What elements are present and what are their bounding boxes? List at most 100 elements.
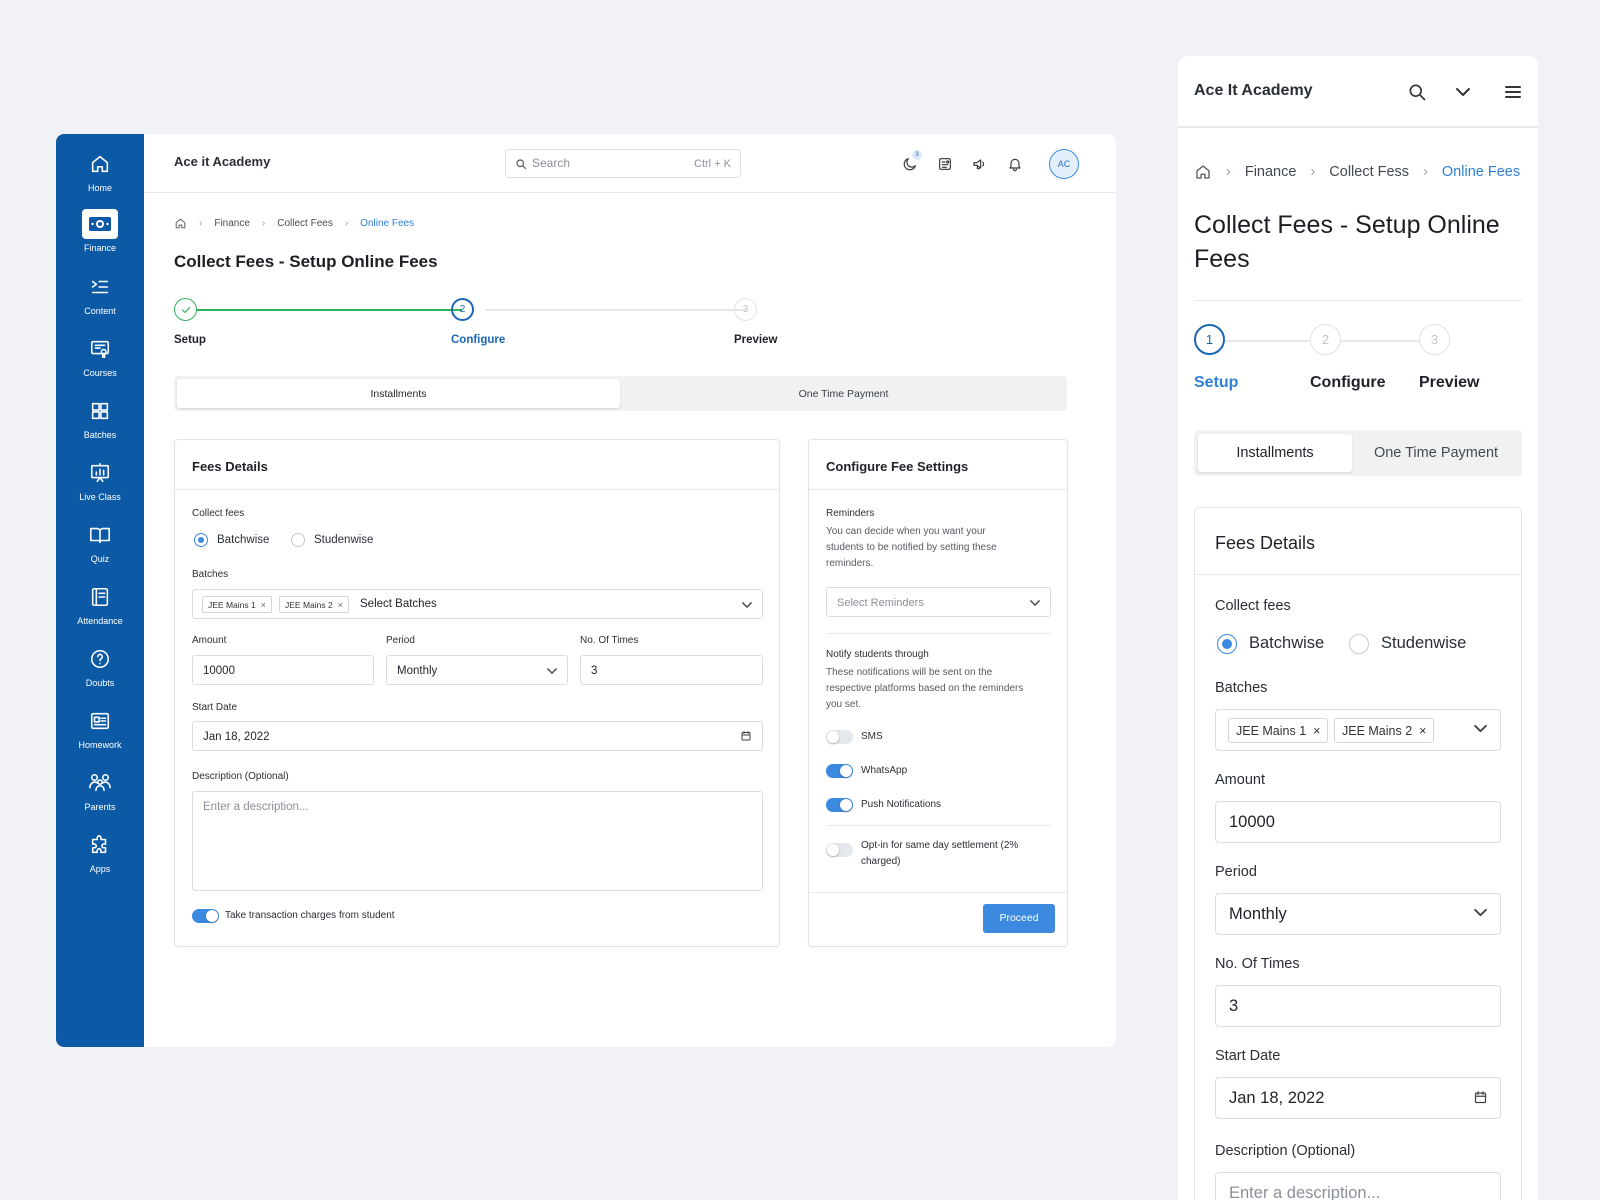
app-title: Ace it Academy (174, 154, 271, 169)
sidebar-item-label: Finance (83, 243, 117, 253)
sidebar-item-courses[interactable]: Courses (56, 331, 144, 383)
toggle-label: SMS (861, 731, 883, 742)
description-textarea[interactable]: Enter a description... (192, 791, 763, 891)
sidebar-item-quiz[interactable]: Quiz (56, 517, 144, 569)
sidebar-item-label: Courses (83, 368, 117, 378)
tab-one-time-payment[interactable]: One Time Payment (623, 379, 1064, 408)
sidebar-item-label: Batches (83, 430, 117, 440)
amount-label: Amount (192, 635, 227, 646)
search-icon[interactable] (1407, 82, 1427, 102)
start-date-input[interactable]: Jan 18, 2022 (1215, 1077, 1501, 1119)
radio-label: Studenwise (1381, 634, 1467, 652)
close-icon[interactable]: × (1419, 724, 1426, 738)
page-title: Collect Fees - Setup Online Fees (1194, 211, 1500, 273)
bell-icon[interactable] (1007, 156, 1023, 172)
sidebar-item-label: Quiz (90, 554, 110, 564)
batches-multiselect[interactable]: JEE Mains 1 × JEE Mains 2 × Select Batches (192, 589, 763, 619)
sidebar-item-parents[interactable]: Parents (56, 765, 144, 817)
sidebar-item-live-class[interactable]: Live Class (56, 455, 144, 507)
breadcrumb-item[interactable]: Collect Fess (1329, 164, 1409, 180)
settlement-label: Opt-in for same day settlement (2% charg… (861, 840, 1019, 867)
quiz-icon (82, 520, 118, 550)
radio-studenwise[interactable] (291, 533, 305, 547)
tab-installments[interactable]: Installments (177, 379, 620, 408)
times-input[interactable]: 3 (1215, 985, 1501, 1027)
fees-details-card: Fees Details Collect fees Batchwise Stud… (1194, 507, 1522, 1200)
check-icon (181, 306, 190, 313)
chevron-right-icon: › (261, 217, 266, 229)
sidebar-item-label: Homework (78, 740, 122, 750)
close-icon[interactable]: × (338, 600, 343, 610)
transaction-charges-toggle[interactable] (192, 909, 219, 923)
home-icon[interactable] (174, 217, 187, 230)
batches-multiselect[interactable]: JEE Mains 1 × JEE Mains 2 × (1215, 709, 1501, 751)
period-select[interactable]: Monthly (1215, 893, 1501, 935)
apps-icon (82, 830, 118, 860)
sidebar-item-batches[interactable]: Batches (56, 393, 144, 445)
notification-count-badge: 3 (912, 150, 922, 160)
amount-value: 10000 (203, 665, 235, 677)
times-label: No. Of Times (1215, 956, 1300, 972)
breadcrumb-current: Online Fees (360, 217, 415, 229)
amount-input[interactable]: 10000 (1215, 801, 1501, 843)
radio-batchwise[interactable] (1217, 634, 1237, 654)
home-icon (82, 149, 118, 179)
step-connector-complete (197, 309, 462, 311)
step-label-setup: Setup (1194, 374, 1239, 391)
same-day-settlement-toggle[interactable] (826, 843, 853, 857)
reminders-select[interactable]: Select Reminders (826, 587, 1051, 617)
sidebar-item-homework[interactable]: Homework (56, 703, 144, 755)
desktop-app-window: Home Finance Content Courses Batches Liv… (56, 134, 1116, 1047)
description-placeholder: Enter a description... (1229, 1184, 1381, 1200)
radio-batchwise[interactable] (194, 533, 208, 547)
step-3: 3 (1419, 324, 1450, 355)
sidebar-item-doubts[interactable]: Doubts (56, 641, 144, 693)
breadcrumb-item[interactable]: Finance (214, 218, 250, 229)
breadcrumb: › Finance › Collect Fees › Online Fees (174, 216, 414, 230)
amount-input[interactable]: 10000 (192, 655, 374, 685)
tab-installments[interactable]: Installments (1198, 434, 1352, 472)
search-input[interactable] (532, 156, 672, 170)
sidebar-item-finance[interactable]: Finance (56, 206, 144, 258)
whatsapp-toggle[interactable] (826, 764, 853, 778)
chip-label: JEE Mains 1 (208, 599, 256, 610)
menu-icon[interactable] (1504, 84, 1522, 100)
finance-icon (82, 209, 118, 239)
megaphone-icon[interactable] (972, 156, 988, 172)
transaction-charges-label: Take transaction charges from student (225, 910, 395, 921)
sidebar-item-attendance[interactable]: Attendance (56, 579, 144, 631)
radio-label: Batchwise (217, 534, 270, 546)
breadcrumb: › Finance › Collect Fess › Online Fees (1194, 162, 1520, 182)
parents-icon (82, 768, 118, 798)
period-select[interactable]: Monthly (386, 655, 568, 685)
radio-studenwise[interactable] (1349, 634, 1369, 654)
home-icon[interactable] (1194, 163, 1212, 181)
close-icon[interactable]: × (261, 600, 266, 610)
times-input[interactable]: 3 (580, 655, 763, 685)
sidebar-item-home[interactable]: Home (56, 146, 144, 198)
search-box[interactable]: Ctrl + K (505, 149, 741, 178)
chevron-right-icon: › (1423, 164, 1428, 180)
sidebar-item-content[interactable]: Content (56, 269, 144, 321)
push-notifications-toggle[interactable] (826, 798, 853, 812)
tab-one-time-payment[interactable]: One Time Payment (1354, 434, 1518, 472)
calendar-icon[interactable] (740, 730, 752, 742)
breadcrumb-item[interactable]: Finance (1245, 164, 1297, 180)
description-textarea[interactable]: Enter a description... (1215, 1172, 1501, 1200)
collect-fees-label: Collect fees (1215, 598, 1291, 614)
start-date-input[interactable]: Jan 18, 2022 (192, 721, 763, 751)
chevron-down-icon[interactable] (1455, 86, 1471, 98)
batch-chip: JEE Mains 1 × (1228, 718, 1329, 743)
avatar[interactable]: AC (1049, 149, 1079, 179)
close-icon[interactable]: × (1313, 724, 1320, 738)
proceed-button[interactable]: Proceed (983, 904, 1055, 933)
moon-icon[interactable]: 3 (902, 150, 922, 172)
app-title: Ace It Academy (1194, 82, 1313, 99)
sidebar-item-apps[interactable]: Apps (56, 827, 144, 879)
clipboard-icon[interactable] (937, 156, 953, 172)
breadcrumb-item[interactable]: Collect Fees (277, 218, 333, 229)
step-2: 2 (1310, 324, 1341, 355)
sms-toggle[interactable] (826, 730, 853, 744)
calendar-icon[interactable] (1473, 1090, 1488, 1105)
period-value: Monthly (397, 665, 438, 677)
